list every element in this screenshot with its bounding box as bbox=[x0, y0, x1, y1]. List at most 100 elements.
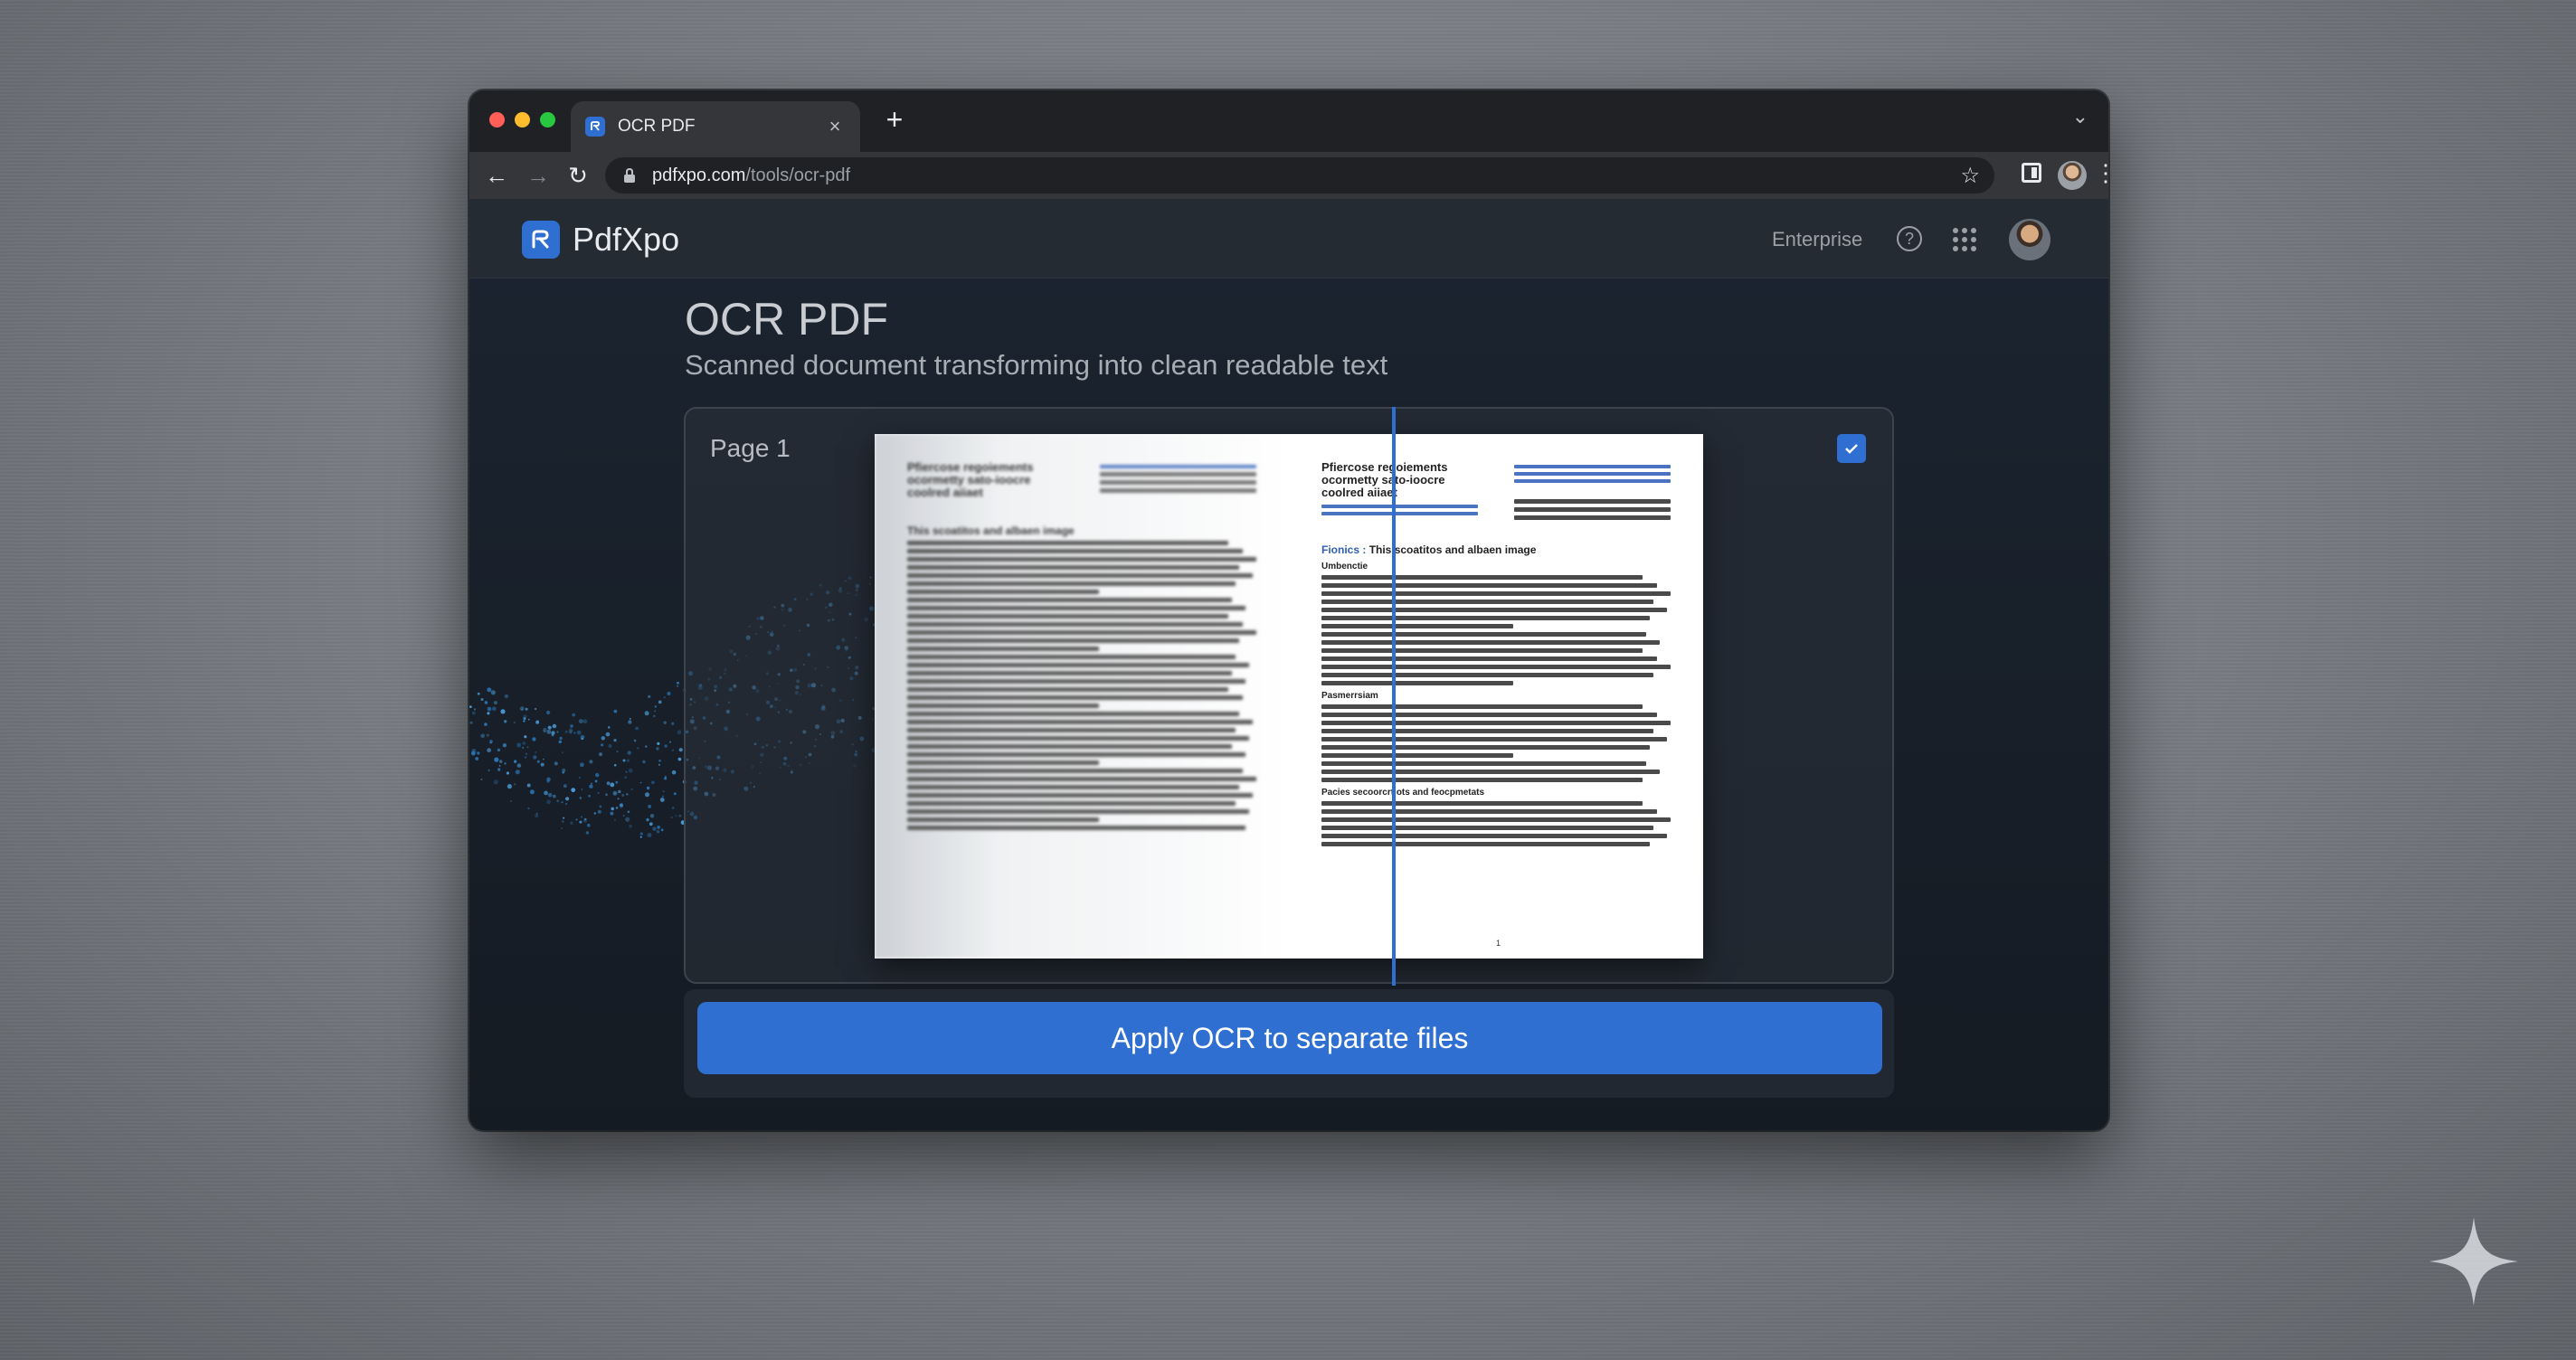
user-avatar[interactable] bbox=[2009, 219, 2050, 260]
text-line bbox=[1321, 729, 1653, 733]
close-tab-icon[interactable]: × bbox=[824, 115, 846, 138]
enterprise-link[interactable]: Enterprise bbox=[1772, 228, 1862, 251]
page-subtitle: Scanned document transforming into clean… bbox=[685, 349, 1388, 381]
minimize-window-button[interactable] bbox=[515, 112, 530, 128]
text-line bbox=[907, 728, 1236, 732]
text-line bbox=[1321, 842, 1650, 846]
text-line bbox=[1321, 632, 1646, 637]
doc-subhead-1: Umbenctie bbox=[1321, 562, 1368, 571]
text-line bbox=[1321, 656, 1657, 661]
text-line bbox=[907, 590, 1100, 594]
text-line bbox=[907, 565, 1239, 570]
text-line bbox=[907, 647, 1100, 651]
bookmark-star-icon[interactable]: ☆ bbox=[1960, 163, 1980, 189]
doc-heading-scanned: Pfiercose regoiements ocormetty sato-ioo… bbox=[907, 460, 1034, 499]
text-line bbox=[1321, 778, 1643, 782]
reload-icon[interactable]: ↻ bbox=[564, 161, 592, 190]
text-line bbox=[1321, 624, 1514, 628]
help-icon[interactable]: ? bbox=[1897, 226, 1922, 251]
text-line bbox=[1321, 826, 1653, 830]
text-line bbox=[1321, 761, 1646, 766]
url-path: /tools/ocr-pdf bbox=[745, 165, 850, 185]
page-select-checkbox[interactable] bbox=[1837, 434, 1866, 463]
side-panel-icon[interactable] bbox=[2022, 163, 2041, 183]
page-label: Page 1 bbox=[710, 434, 791, 462]
text-line bbox=[907, 687, 1229, 692]
doc-subhead-3: Pacies secoorcrtiots and feocpmetats bbox=[1321, 788, 1485, 798]
tab-ocr-pdf[interactable]: OCR PDF × bbox=[571, 101, 860, 152]
scanned-half: Pfiercose regoiements ocormetty sato-ioo… bbox=[875, 434, 1289, 959]
doc-heading: Pfiercose regoiements ocormetty sato-ioo… bbox=[1321, 460, 1448, 499]
forward-arrow-icon[interactable]: → bbox=[524, 161, 553, 190]
more-menu-icon[interactable]: ⋮ bbox=[2094, 159, 2108, 187]
text-line bbox=[907, 695, 1243, 700]
text-line bbox=[907, 744, 1232, 749]
close-window-button[interactable] bbox=[489, 112, 505, 128]
text-line bbox=[907, 752, 1246, 757]
text-line bbox=[907, 671, 1232, 675]
text-line bbox=[907, 712, 1239, 716]
text-line bbox=[1321, 737, 1668, 741]
tab-title: OCR PDF bbox=[618, 117, 696, 136]
text-line bbox=[907, 760, 1100, 765]
browser-window: OCR PDF × + ⌄ ← → ↻ pdfxpo.com/tools/ocr… bbox=[469, 90, 2108, 1130]
text-line bbox=[907, 614, 1229, 619]
text-line bbox=[907, 817, 1100, 822]
apps-grid-icon[interactable] bbox=[1953, 228, 1976, 251]
text-line bbox=[1321, 801, 1643, 806]
doc-section-prefix: Fionics : bbox=[1321, 543, 1367, 556]
text-line bbox=[907, 549, 1243, 553]
tab-strip: OCR PDF × + ⌄ bbox=[469, 90, 2108, 152]
text-line bbox=[907, 736, 1250, 741]
text-line bbox=[907, 606, 1246, 610]
text-line bbox=[907, 655, 1236, 659]
tab-search-chevron-icon[interactable]: ⌄ bbox=[2072, 105, 2088, 128]
url-host: pdfxpo.com bbox=[652, 165, 746, 185]
text-line bbox=[907, 581, 1236, 586]
text-line bbox=[1321, 713, 1657, 717]
brand-name[interactable]: PdfXpo bbox=[573, 221, 679, 259]
page-title: OCR PDF bbox=[685, 294, 888, 345]
text-line bbox=[907, 598, 1232, 602]
doc-subhead-2: Pasmerrsiam bbox=[1321, 691, 1378, 701]
text-line bbox=[1321, 745, 1650, 750]
text-line bbox=[907, 630, 1256, 635]
text-line bbox=[907, 704, 1100, 708]
ocr-scan-line bbox=[1392, 407, 1396, 986]
text-line bbox=[1321, 608, 1668, 612]
text-line bbox=[1321, 721, 1671, 725]
text-line bbox=[907, 573, 1254, 578]
text-line bbox=[907, 557, 1256, 562]
text-line bbox=[1321, 681, 1514, 685]
checkmark-icon bbox=[1845, 444, 1858, 454]
text-line bbox=[907, 622, 1243, 627]
apply-ocr-button[interactable]: Apply OCR to separate files bbox=[697, 1002, 1882, 1074]
text-line bbox=[907, 720, 1254, 724]
back-arrow-icon[interactable]: ← bbox=[482, 161, 511, 190]
text-line bbox=[907, 638, 1239, 643]
text-line bbox=[1321, 817, 1671, 822]
text-line bbox=[907, 826, 1246, 830]
text-line bbox=[907, 769, 1243, 773]
text-line bbox=[907, 801, 1236, 806]
browser-toolbar: ← → ↻ pdfxpo.com/tools/ocr-pdf ☆ ⋮ bbox=[469, 152, 2108, 199]
text-line bbox=[1321, 616, 1650, 620]
doc-section: Fionics : This scoatitos and albaen imag… bbox=[1321, 543, 1671, 556]
text-line bbox=[1321, 640, 1661, 645]
text-line bbox=[1321, 753, 1514, 758]
pdfxpo-logo-icon[interactable] bbox=[522, 221, 560, 259]
text-line bbox=[907, 777, 1256, 781]
text-line bbox=[1321, 600, 1653, 604]
new-tab-button[interactable]: + bbox=[876, 103, 913, 137]
ocr-half: Pfiercose regoiements ocormetty sato-ioo… bbox=[1289, 434, 1703, 959]
text-line bbox=[1321, 575, 1643, 580]
text-line bbox=[907, 809, 1250, 814]
doc-section-scanned: This scoatitos and albaen image bbox=[907, 524, 1075, 537]
maximize-window-button[interactable] bbox=[540, 112, 555, 128]
text-line bbox=[1321, 583, 1657, 588]
lock-icon bbox=[624, 167, 635, 183]
pdfxpo-favicon-icon bbox=[585, 117, 605, 137]
address-bar[interactable]: pdfxpo.com/tools/ocr-pdf ☆ bbox=[605, 157, 1994, 194]
browser-profile-avatar[interactable] bbox=[2058, 161, 2087, 190]
text-line bbox=[907, 541, 1229, 545]
